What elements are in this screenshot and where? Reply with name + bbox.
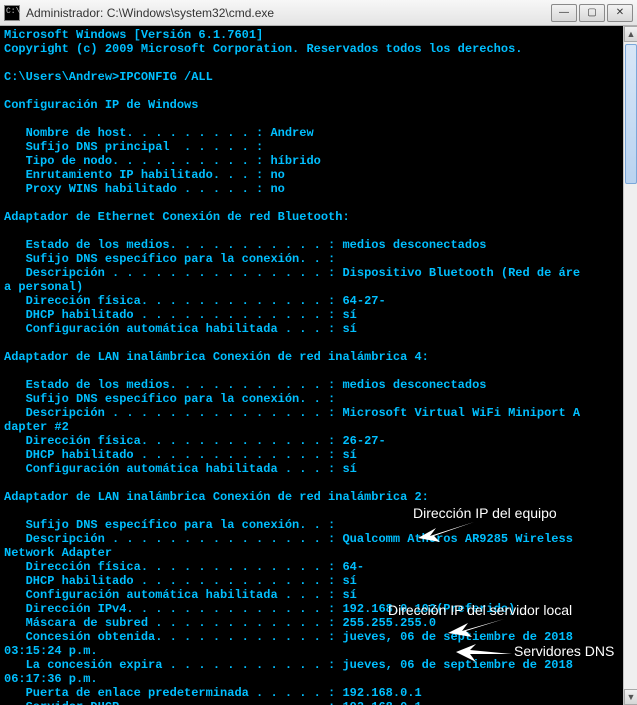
lease-obt-value: jueves, 06 de septiembre de 2018 <box>335 630 580 644</box>
phys-value-w4: 26-27- <box>335 434 385 448</box>
prompt-path: C:\Users\Andrew> <box>4 70 119 84</box>
desc-value-w4: Microsoft Virtual WiFi Miniport A <box>335 406 580 420</box>
lease-obt-label: Concesión obtenida. . . . . . . . . . . … <box>4 630 335 644</box>
node-label: Tipo de nodo. . . . . . . . . . : <box>4 154 263 168</box>
close-button[interactable]: ✕ <box>607 4 633 22</box>
desc-cont-w2: Network Adapter <box>4 546 112 560</box>
host-label: Nombre de host. . . . . . . . . : <box>4 126 263 140</box>
scroll-down-button[interactable]: ▼ <box>624 689 637 705</box>
autoconf-value-bt: sí <box>335 322 357 336</box>
autoconf-value-w4: sí <box>335 462 357 476</box>
mask-label: Máscara de subred . . . . . . . . . . . … <box>4 616 335 630</box>
lease-exp-cont: 06:17:36 p.m. <box>4 672 98 686</box>
autoconf-label-w2: Configuración automática habilitada . . … <box>4 588 335 602</box>
window-controls: — ▢ ✕ <box>551 4 633 22</box>
dhcp-server-value: 192.168.0.1 <box>335 700 421 705</box>
vertical-scrollbar[interactable]: ▲ ▼ <box>623 26 637 705</box>
cmd-icon <box>4 5 20 21</box>
media-value-w4: medios desconectados <box>335 378 486 392</box>
desc-label-w4: Descripción . . . . . . . . . . . . . . … <box>4 406 335 420</box>
console-area[interactable]: Microsoft Windows [Versión 6.1.7601] Cop… <box>0 26 637 705</box>
scroll-up-button[interactable]: ▲ <box>624 26 637 42</box>
dns-suffix-label: Sufijo DNS principal . . . . . : <box>4 140 263 154</box>
autoconf-label-bt: Configuración automática habilitada . . … <box>4 322 335 336</box>
line-version: Microsoft Windows [Versión 6.1.7601] <box>4 28 263 42</box>
dhcp-label-w2: DHCP habilitado . . . . . . . . . . . . … <box>4 574 335 588</box>
media-label-w4: Estado de los medios. . . . . . . . . . … <box>4 378 335 392</box>
desc-label-w2: Descripción . . . . . . . . . . . . . . … <box>4 532 335 546</box>
gateway-label: Puerta de enlace predeterminada . . . . … <box>4 686 335 700</box>
desc-cont-bt: a personal) <box>4 280 83 294</box>
dhcp-server-label: Servidor DHCP . . . . . . . . . . . . . … <box>4 700 335 705</box>
gateway-value: 192.168.0.1 <box>335 686 421 700</box>
ipv4-label: Dirección IPv4. . . . . . . . . . . . . … <box>4 602 335 616</box>
proxy-label: Proxy WINS habilitado . . . . . : <box>4 182 263 196</box>
phys-value-w2: 64- <box>335 560 364 574</box>
adapter-bluetooth: Adaptador de Ethernet Conexión de red Bl… <box>4 210 350 224</box>
dhcp-value-w2: sí <box>335 574 357 588</box>
dhcp-label-bt: DHCP habilitado . . . . . . . . . . . . … <box>4 308 335 322</box>
dhcp-value-bt: sí <box>335 308 357 322</box>
ipv4-value: 192.168.0.102(Preferido) <box>335 602 515 616</box>
node-value: híbrido <box>263 154 321 168</box>
lease-obt-cont: 03:15:24 p.m. <box>4 644 98 658</box>
autoconf-label-w4: Configuración automática habilitada . . … <box>4 462 335 476</box>
prompt-command: IPCONFIG /ALL <box>119 70 213 84</box>
desc-cont-w4: dapter #2 <box>4 420 69 434</box>
maximize-button[interactable]: ▢ <box>579 4 605 22</box>
scroll-thumb[interactable] <box>625 44 637 184</box>
autoconf-value-w2: sí <box>335 588 357 602</box>
mask-value: 255.255.255.0 <box>335 616 436 630</box>
proxy-value: no <box>263 182 285 196</box>
line-copyright: Copyright (c) 2009 Microsoft Corporation… <box>4 42 522 56</box>
window-title: Administrador: C:\Windows\system32\cmd.e… <box>26 6 551 20</box>
window-titlebar: Administrador: C:\Windows\system32\cmd.e… <box>0 0 637 26</box>
lease-exp-value: jueves, 06 de septiembre de 2018 <box>335 658 580 672</box>
phys-label-bt: Dirección física. . . . . . . . . . . . … <box>4 294 335 308</box>
phys-label-w4: Dirección física. . . . . . . . . . . . … <box>4 434 335 448</box>
dhcp-label-w4: DHCP habilitado . . . . . . . . . . . . … <box>4 448 335 462</box>
lease-exp-label: La concesión expira . . . . . . . . . . … <box>4 658 335 672</box>
host-value: Andrew <box>263 126 313 140</box>
adapter-wlan2: Adaptador de LAN inalámbrica Conexión de… <box>4 490 429 504</box>
routing-label: Enrutamiento IP habilitado. . . : <box>4 168 263 182</box>
desc-label-bt: Descripción . . . . . . . . . . . . . . … <box>4 266 335 280</box>
dhcp-value-w4: sí <box>335 448 357 462</box>
phys-value-bt: 64-27- <box>335 294 385 308</box>
media-value-bt: medios desconectados <box>335 238 486 252</box>
conn-suffix-w4: Sufijo DNS específico para la conexión. … <box>4 392 335 406</box>
header-ipconfig: Configuración IP de Windows <box>4 98 198 112</box>
phys-label-w2: Dirección física. . . . . . . . . . . . … <box>4 560 335 574</box>
routing-value: no <box>263 168 285 182</box>
adapter-wlan4: Adaptador de LAN inalámbrica Conexión de… <box>4 350 429 364</box>
conn-suffix-w2: Sufijo DNS específico para la conexión. … <box>4 518 335 532</box>
desc-value-w2: Qualcomm Atheros AR9285 Wireless <box>335 532 580 546</box>
minimize-button[interactable]: — <box>551 4 577 22</box>
conn-suffix-bt: Sufijo DNS específico para la conexión. … <box>4 252 335 266</box>
desc-value-bt: Dispositivo Bluetooth (Red de áre <box>335 266 580 280</box>
media-label-bt: Estado de los medios. . . . . . . . . . … <box>4 238 335 252</box>
